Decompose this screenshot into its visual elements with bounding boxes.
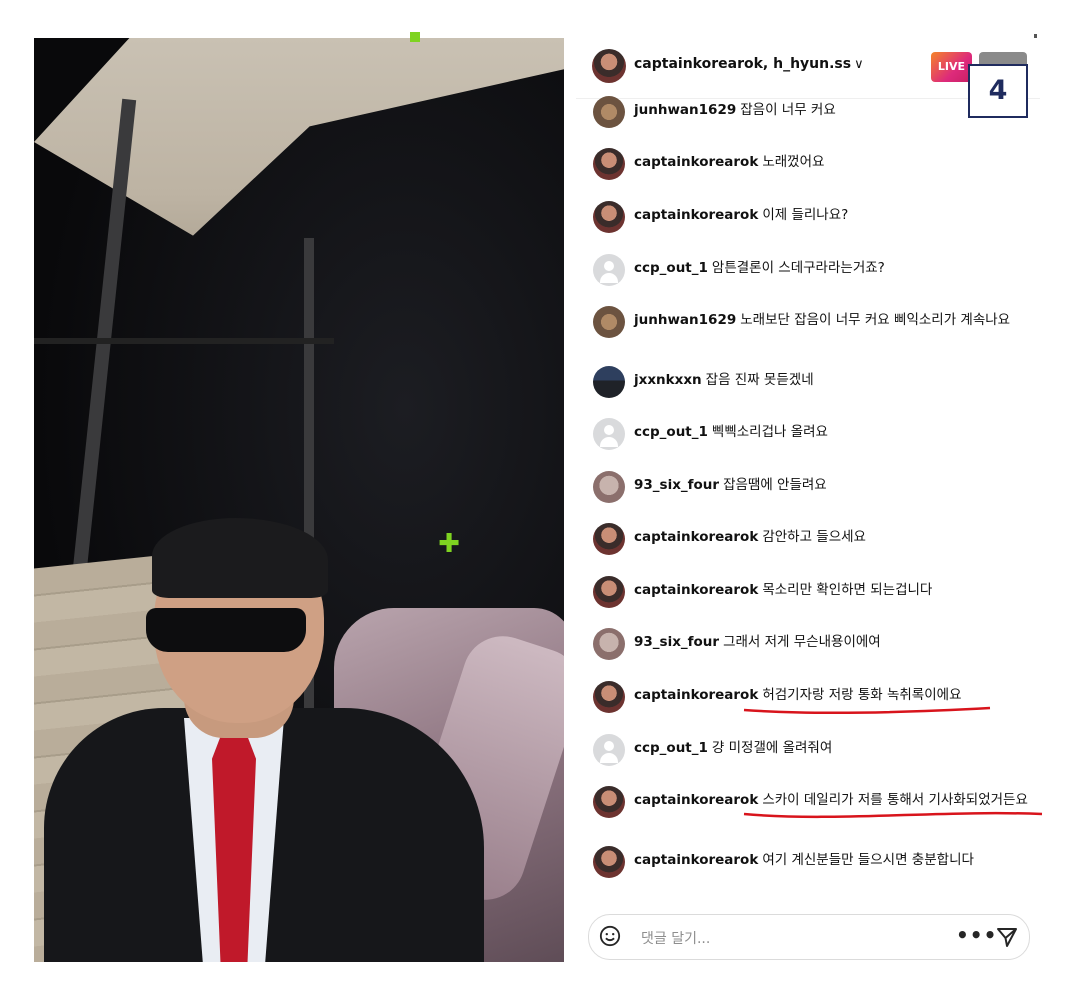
comment-username[interactable]: captainkorearok	[634, 529, 758, 545]
comment-text: 93_six_four 그래서 저게 무슨내용이에여	[634, 633, 1029, 652]
comment-message: 노래보단 잡음이 너무 커요 삐익소리가 계속나요	[740, 312, 1011, 328]
commenter-avatar[interactable]	[593, 628, 625, 660]
comment-username[interactable]: ccp_out_1	[634, 740, 708, 756]
comment-message: 목소리만 확인하면 되는겁니다	[762, 582, 933, 598]
comment-message: 잡음땜에 안들려요	[723, 477, 827, 493]
more-options-button[interactable]: •••	[956, 923, 997, 947]
commenter-avatar[interactable]	[593, 786, 625, 818]
comment-message: 허검기자랑 저랑 통화 녹취록이에요	[762, 687, 962, 703]
commenter-avatar[interactable]	[593, 201, 625, 233]
comment-text: jxxnkxxn 잡음 진짜 못듣겠네	[634, 371, 1029, 390]
comment-username[interactable]: captainkorearok	[634, 687, 758, 703]
comment-message: 잡음이 너무 커요	[740, 102, 836, 118]
comment-message: 그래서 저게 무슨내용이에여	[723, 634, 881, 650]
comment-username[interactable]: captainkorearok	[634, 582, 758, 598]
commenter-avatar[interactable]	[593, 471, 625, 503]
commenter-avatar[interactable]	[593, 846, 625, 878]
commenter-avatar[interactable]	[593, 96, 625, 128]
comment-text: captainkorearok 여기 계신분들만 들으시면 충분합니다	[634, 851, 1029, 870]
participant-names: captainkorearok, h_hyun.ss	[634, 56, 852, 72]
comment-text: junhwan1629 노래보단 잡음이 너무 커요 삐익소리가 계속나요	[634, 311, 1029, 330]
live-chat-panel: captainkorearok, h_hyun.ss ∨ LIVE 4 junhw…	[576, 38, 1043, 962]
sunglasses	[146, 608, 306, 652]
comment-text: ccp_out_1 암튼결론이 스데구라라는거죠?	[634, 259, 1029, 278]
comment-message: 여기 계신분들만 들으시면 충분합니다	[762, 852, 974, 868]
comment-username[interactable]: junhwan1629	[634, 312, 736, 328]
live-participants[interactable]: captainkorearok, h_hyun.ss ∨	[634, 56, 864, 72]
live-badge: LIVE	[931, 52, 972, 82]
comment-message: 이제 들리나요?	[762, 207, 849, 223]
streamer	[34, 478, 494, 962]
comment-message: 암튼결론이 스데구라라는거죠?	[711, 260, 885, 276]
comment-username[interactable]: captainkorearok	[634, 207, 758, 223]
comment-text: junhwan1629 잡음이 너무 커요	[634, 101, 1029, 120]
comment-message: 스카이 데일리가 저를 통해서 기사화되었거든요	[762, 792, 1028, 808]
comment-text: 93_six_four 잡음땜에 안들려요	[634, 476, 1029, 495]
comment-username[interactable]: jxxnkxxn	[634, 372, 702, 388]
commenter-avatar[interactable]	[593, 576, 625, 608]
comment-message: 잡음 진짜 못듣겠네	[705, 372, 814, 388]
comment-message: 걍 미정갤에 올려줘여	[711, 740, 833, 756]
comment-text: captainkorearok 목소리만 확인하면 되는겁니다	[634, 581, 1029, 600]
chevron-down-icon[interactable]: ∨	[854, 57, 864, 72]
comment-composer[interactable]: 댓글 달기... •••	[588, 914, 1030, 960]
send-icon[interactable]	[995, 925, 1019, 949]
host-avatar[interactable]	[592, 49, 626, 83]
comment-text: captainkorearok 이제 들리나요?	[634, 206, 1029, 225]
comment-text: ccp_out_1 걍 미정갤에 올려줘여	[634, 739, 1029, 758]
comment-input[interactable]: 댓글 달기...	[641, 928, 710, 948]
comment-text: captainkorearok 노래껐어요	[634, 153, 1029, 172]
comment-username[interactable]: ccp_out_1	[634, 260, 708, 276]
commenter-avatar[interactable]	[593, 734, 625, 766]
comment-text: ccp_out_1 삑삑소리겁나 올려요	[634, 423, 1029, 442]
comment-text: captainkorearok 감안하고 들으세요	[634, 528, 1029, 547]
smiley-icon[interactable]	[599, 925, 621, 947]
comment-username[interactable]: junhwan1629	[634, 102, 736, 118]
commenter-avatar[interactable]	[593, 366, 625, 398]
comment-message: 삑삑소리겁나 올려요	[711, 424, 828, 440]
commenter-avatar[interactable]	[593, 254, 625, 286]
commenter-avatar[interactable]	[593, 418, 625, 450]
selection-handle	[410, 32, 420, 42]
hair	[152, 518, 328, 598]
window-frame	[34, 338, 334, 344]
comment-text: captainkorearok 허검기자랑 저랑 통화 녹취록이에요	[634, 686, 1029, 705]
commenter-avatar[interactable]	[593, 306, 625, 338]
comment-message: 감안하고 들으세요	[762, 529, 866, 545]
comment-username[interactable]: captainkorearok	[634, 154, 758, 170]
comment-username[interactable]: ccp_out_1	[634, 424, 708, 440]
comment-username[interactable]: captainkorearok	[634, 792, 758, 808]
comment-username[interactable]: 93_six_four	[634, 634, 719, 650]
live-video: ✚	[34, 38, 564, 962]
commenter-avatar[interactable]	[593, 523, 625, 555]
comment-message: 노래껐어요	[762, 154, 825, 170]
move-cursor-icon: ✚	[438, 529, 460, 559]
commenter-avatar[interactable]	[593, 681, 625, 713]
commenter-avatar[interactable]	[593, 148, 625, 180]
comment-username[interactable]: 93_six_four	[634, 477, 719, 493]
comment-text: captainkorearok 스카이 데일리가 저를 통해서 기사화되었거든요	[634, 791, 1029, 810]
comment-username[interactable]: captainkorearok	[634, 852, 758, 868]
